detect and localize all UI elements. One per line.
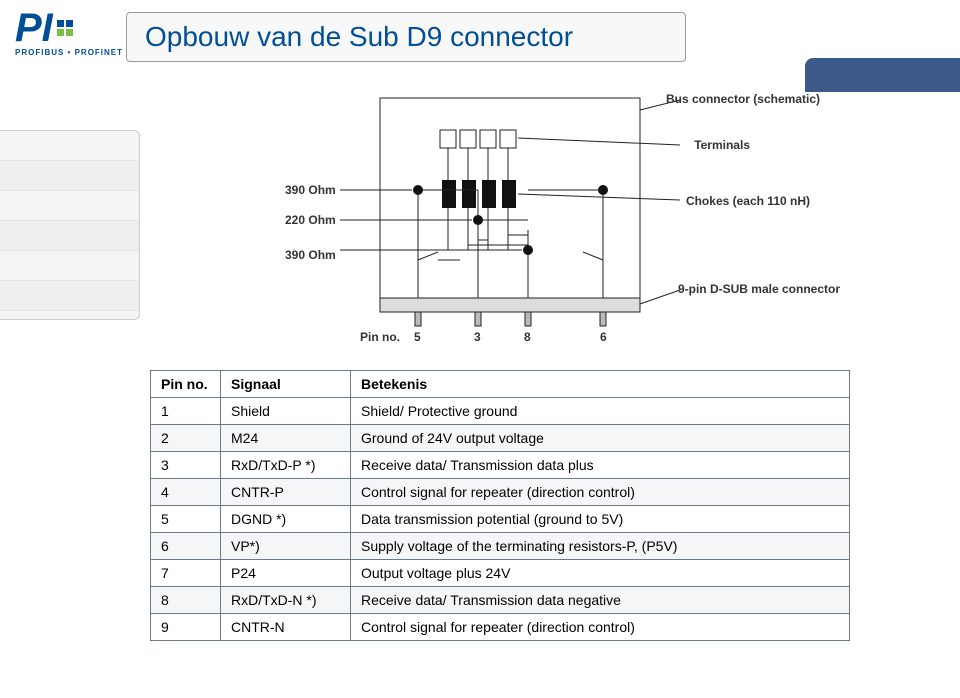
label-pin6: 6 — [600, 330, 607, 344]
cell-pin: 3 — [151, 452, 221, 479]
left-tab — [0, 130, 140, 320]
cell-signal: VP*) — [221, 533, 351, 560]
cell-pin: 8 — [151, 587, 221, 614]
table-row: 1ShieldShield/ Protective ground — [151, 398, 850, 425]
cell-pin: 4 — [151, 479, 221, 506]
cell-signal: CNTR-N — [221, 614, 351, 641]
title-bar: Opbouw van de Sub D9 connector — [126, 12, 686, 62]
table-row: 9CNTR-NControl signal for repeater (dire… — [151, 614, 850, 641]
label-pin3: 3 — [474, 330, 481, 344]
logo-squares-icon — [57, 20, 73, 36]
table-row: 2M24Ground of 24V output voltage — [151, 425, 850, 452]
label-bus-connector: Bus connector (schematic) — [666, 92, 820, 106]
label-220: 220 Ohm — [285, 213, 336, 227]
logo-subtext: PROFIBUS • PROFINET — [15, 48, 135, 57]
cell-meaning: Output voltage plus 24V — [351, 560, 850, 587]
cell-pin: 9 — [151, 614, 221, 641]
table-row: 7P24Output voltage plus 24V — [151, 560, 850, 587]
cell-signal: RxD/TxD-P *) — [221, 452, 351, 479]
cell-meaning: Supply voltage of the terminating resist… — [351, 533, 850, 560]
label-connector: 9-pin D-SUB male connector — [678, 282, 840, 296]
pin-table: Pin no. Signaal Betekenis 1ShieldShield/… — [150, 370, 850, 641]
table-row: 5DGND *)Data transmission potential (gro… — [151, 506, 850, 533]
cell-pin: 7 — [151, 560, 221, 587]
cell-meaning: Ground of 24V output voltage — [351, 425, 850, 452]
cell-pin: 2 — [151, 425, 221, 452]
label-pinno: Pin no. — [360, 330, 400, 344]
circuit-diagram: Bus connector (schematic) Terminals Chok… — [300, 90, 820, 350]
label-terminals: Terminals — [694, 138, 750, 152]
accent-block — [805, 58, 960, 92]
label-pin8: 8 — [524, 330, 531, 344]
logo-letters: PI — [15, 10, 53, 46]
label-chokes: Chokes (each 110 nH) — [686, 194, 810, 208]
cell-signal: M24 — [221, 425, 351, 452]
table-row: 3RxD/TxD-P *)Receive data/ Transmission … — [151, 452, 850, 479]
cell-meaning: Shield/ Protective ground — [351, 398, 850, 425]
diagram-svg — [300, 90, 820, 350]
cell-pin: 6 — [151, 533, 221, 560]
table-row: 4CNTR-PControl signal for repeater (dire… — [151, 479, 850, 506]
cell-signal: Shield — [221, 398, 351, 425]
table-header-row: Pin no. Signaal Betekenis — [151, 371, 850, 398]
cell-meaning: Receive data/ Transmission data negative — [351, 587, 850, 614]
th-meaning: Betekenis — [351, 371, 850, 398]
cell-meaning: Receive data/ Transmission data plus — [351, 452, 850, 479]
cell-signal: RxD/TxD-N *) — [221, 587, 351, 614]
th-pin: Pin no. — [151, 371, 221, 398]
cell-signal: DGND *) — [221, 506, 351, 533]
cell-signal: CNTR-P — [221, 479, 351, 506]
page-title: Opbouw van de Sub D9 connector — [145, 21, 573, 53]
cell-meaning: Control signal for repeater (direction c… — [351, 479, 850, 506]
table-row: 8RxD/TxD-N *)Receive data/ Transmission … — [151, 587, 850, 614]
brand-logo: PI PROFIBUS • PROFINET — [15, 10, 135, 57]
th-signal: Signaal — [221, 371, 351, 398]
cell-signal: P24 — [221, 560, 351, 587]
cell-meaning: Control signal for repeater (direction c… — [351, 614, 850, 641]
cell-pin: 5 — [151, 506, 221, 533]
label-390b: 390 Ohm — [285, 248, 336, 262]
label-pin5: 5 — [414, 330, 421, 344]
label-390a: 390 Ohm — [285, 183, 336, 197]
cell-meaning: Data transmission potential (ground to 5… — [351, 506, 850, 533]
table-row: 6VP*)Supply voltage of the terminating r… — [151, 533, 850, 560]
cell-pin: 1 — [151, 398, 221, 425]
